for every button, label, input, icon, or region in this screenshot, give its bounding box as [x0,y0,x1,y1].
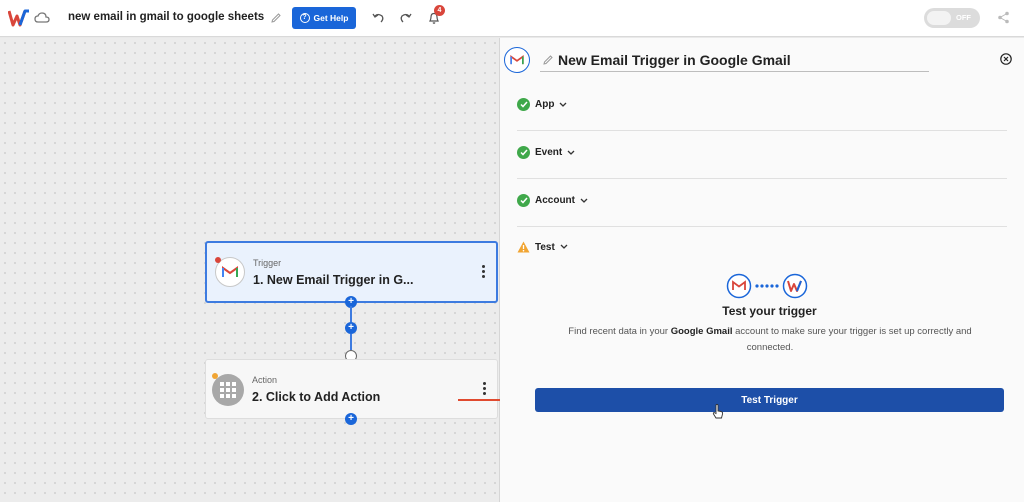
step-name-input[interactable]: New Email Trigger in Google Gmail [558,52,791,68]
check-circle-icon [517,98,530,111]
connector-line [350,306,352,322]
toggle-knob [927,11,951,25]
section-app-label: App [535,99,555,110]
top-bar: new email in gmail to google sheets ? Ge… [0,0,1024,37]
trigger-kind-label: Trigger [253,258,282,268]
test-desc-suffix: account to make sure your trigger is set… [735,326,972,353]
section-app[interactable]: App [517,98,567,111]
chevron-down-icon [580,198,588,203]
chevron-down-icon [560,244,568,249]
section-event-label: Event [535,147,563,158]
test-desc-app: Google Gmail [670,326,733,337]
gmail-icon [222,266,238,277]
get-help-label: Get Help [313,13,349,23]
share-icon[interactable] [997,11,1010,24]
section-account[interactable]: Account [517,194,588,207]
action-name-label: 2. Click to Add Action [252,390,381,404]
notification-count-badge: 4 [434,5,445,16]
gmail-to-app-connection-icon [726,273,808,299]
edit-title-icon[interactable] [270,12,282,24]
error-indicator-dot [215,257,221,263]
add-step-button[interactable]: + [345,322,357,334]
panel-gmail-icon [504,47,530,73]
apps-grid-icon [220,382,236,398]
app-logo-icon[interactable] [8,9,30,27]
section-test[interactable]: Test [517,241,568,253]
section-test-label: Test [535,241,555,253]
section-divider [517,226,1007,227]
trigger-name-label: 1. New Email Trigger in G... [253,273,414,287]
workflow-title[interactable]: new email in gmail to google sheets [68,11,264,23]
add-step-bottom-button[interactable]: + [345,413,357,425]
cloud-icon [34,12,50,23]
test-description: Find recent data in your Google Gmail ac… [550,324,990,356]
workflow-on-off-toggle[interactable]: OFF [924,8,980,28]
check-circle-icon [517,146,530,159]
mouse-cursor-icon [712,404,724,419]
check-circle-icon [517,194,530,207]
section-divider [517,178,1007,179]
trigger-step-card[interactable]: Trigger 1. New Email Trigger in G... [205,241,498,303]
test-heading: Test your trigger [722,304,817,318]
warning-icon [517,241,530,253]
help-icon: ? [299,13,310,23]
close-panel-icon[interactable] [1000,53,1012,65]
toggle-label: OFF [956,13,971,22]
action-step-card[interactable]: Action 2. Click to Add Action [205,359,498,419]
action-kind-label: Action [252,375,278,385]
title-underline [540,71,929,72]
section-account-label: Account [535,195,575,206]
get-help-button[interactable]: ? Get Help [292,7,356,29]
section-event[interactable]: Event [517,146,575,159]
test-trigger-button[interactable]: Test Trigger [535,388,1004,412]
section-divider [517,130,1007,131]
connector-line [350,334,352,350]
action-node-icon [212,374,244,406]
warning-indicator-dot [212,373,218,379]
chevron-down-icon [559,102,567,107]
undo-icon[interactable] [372,11,385,24]
chevron-down-icon [567,150,575,155]
redo-icon[interactable] [399,11,412,24]
edit-step-name-icon[interactable] [542,54,554,66]
test-desc-prefix: Find recent data in your [568,326,669,337]
step-config-panel [500,38,1024,502]
trigger-more-menu-icon[interactable] [482,265,486,279]
gmail-icon [510,55,524,65]
